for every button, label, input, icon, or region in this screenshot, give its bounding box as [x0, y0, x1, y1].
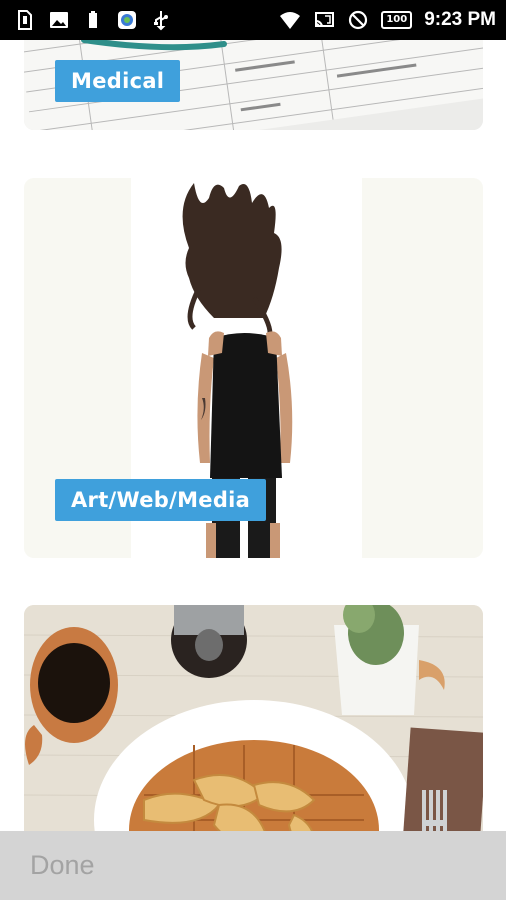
- category-card-art-web-media[interactable]: Art/Web/Media: [24, 178, 483, 558]
- image-icon: [48, 9, 70, 31]
- sim-icon: [14, 9, 36, 31]
- status-bar: 100 9:23 PM: [0, 0, 506, 40]
- battery-icon: 100: [381, 11, 413, 29]
- category-card-medical[interactable]: Medical: [24, 40, 483, 130]
- category-list[interactable]: Medical Art/Web/Media: [0, 40, 506, 831]
- wifi-icon: [279, 9, 301, 31]
- waffle-breakfast-image: [24, 605, 483, 831]
- done-bar: Done: [0, 831, 506, 900]
- status-right-icons: 100 9:23 PM: [279, 9, 496, 31]
- cast-icon: [313, 9, 335, 31]
- category-label: Art/Web/Media: [55, 479, 267, 521]
- app-icon: [116, 9, 138, 31]
- category-label: Medical: [55, 60, 181, 102]
- done-button[interactable]: Done: [30, 850, 95, 881]
- usb-icon: [150, 9, 172, 31]
- do-not-disturb-icon: [347, 9, 369, 31]
- status-left-icons: [14, 9, 172, 31]
- status-time: 9:23 PM: [424, 9, 496, 30]
- category-card-food[interactable]: [24, 605, 483, 831]
- battery-small-icon: [82, 9, 104, 31]
